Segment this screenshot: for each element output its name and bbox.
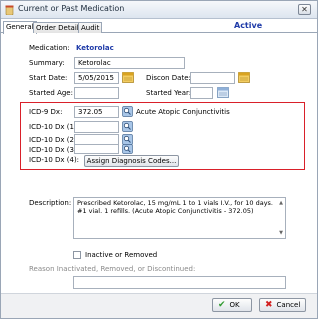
started-age-field[interactable] — [74, 87, 119, 99]
inactive-checkbox-label: Inactive or Removed — [85, 251, 158, 259]
summary-field[interactable]: Ketorolac — [74, 57, 185, 69]
summary-label: Summary: — [29, 59, 65, 67]
tab-audit[interactable]: Audit — [78, 22, 103, 33]
diagnosis-lookup-icon[interactable] — [122, 121, 133, 132]
status-label: Active — [234, 21, 263, 30]
year-picker-icon[interactable] — [217, 87, 229, 98]
icd10-label-4: ICD-10 Dx (4): — [29, 156, 80, 164]
cancel-label: Cancel — [276, 301, 301, 309]
start-date-label: Start Date: — [29, 74, 68, 82]
icd9-label: ICD-9 Dx: — [29, 108, 63, 116]
reason-label: Reason Inactivated, Removed, or Disconti… — [29, 265, 196, 273]
title-bar: Current or Past Medication ✕ — [1, 1, 317, 19]
diagnosis-lookup-icon[interactable] — [122, 106, 133, 117]
ok-button[interactable]: ✔ OK — [212, 298, 252, 312]
close-icon: ✕ — [301, 5, 308, 14]
icd10-label-2: ICD-10 Dx (2): — [29, 136, 80, 144]
icd10-label-3: ICD-10 Dx (3): — [29, 146, 80, 154]
started-year-label: Started Year: — [146, 89, 192, 97]
description-textarea[interactable]: Prescribed Ketorolac, 15 mg/mL 1 to 1 vi… — [73, 197, 286, 239]
tab-general[interactable]: General — [3, 21, 37, 34]
started-year-field[interactable] — [190, 87, 213, 99]
description-text: Prescribed Ketorolac, 15 mg/mL 1 to 1 vi… — [77, 199, 273, 215]
icd9-description: Acute Atopic Conjunctivitis — [136, 108, 230, 116]
discon-date-field[interactable] — [190, 72, 235, 84]
icd10-field-3[interactable] — [74, 144, 119, 154]
medication-icon — [5, 5, 14, 15]
icd10-label-1: ICD-10 Dx (1): — [29, 123, 80, 131]
reason-field[interactable] — [73, 276, 286, 289]
cancel-button[interactable]: ✖ Cancel — [259, 298, 306, 312]
inactive-checkbox[interactable] — [73, 251, 81, 259]
calendar-icon[interactable] — [238, 72, 250, 83]
scroll-down-icon[interactable]: ▼ — [279, 230, 283, 236]
tab-bar: General Order Details Audit — [1, 21, 317, 34]
scroll-up-icon[interactable]: ▲ — [279, 200, 283, 206]
close-button[interactable]: ✕ — [298, 4, 311, 15]
start-date-field[interactable]: 5/05/2015 — [74, 72, 119, 84]
description-label: Description: — [29, 199, 72, 207]
medication-label: Medication: — [29, 44, 70, 52]
started-age-label: Started Age: — [29, 89, 73, 97]
medication-dialog: Current or Past Medication ✕ General Ord… — [0, 0, 318, 319]
assign-diagnosis-codes-button[interactable]: Assign Diagnosis Codes... — [84, 155, 179, 167]
medication-value: Ketorolac — [76, 44, 114, 52]
check-icon: ✔ — [218, 300, 226, 310]
dialog-footer: ✔ OK ✖ Cancel — [1, 293, 317, 318]
icd10-field-1[interactable] — [74, 121, 119, 133]
window-title: Current or Past Medication — [18, 4, 125, 13]
ok-label: OK — [229, 301, 240, 309]
diagnosis-lookup-icon[interactable] — [122, 144, 133, 155]
discon-date-label: Discon Date: — [146, 74, 191, 82]
calendar-icon[interactable] — [122, 72, 134, 83]
x-icon: ✖ — [265, 300, 273, 310]
icd9-field[interactable]: 372.05 — [74, 106, 119, 118]
